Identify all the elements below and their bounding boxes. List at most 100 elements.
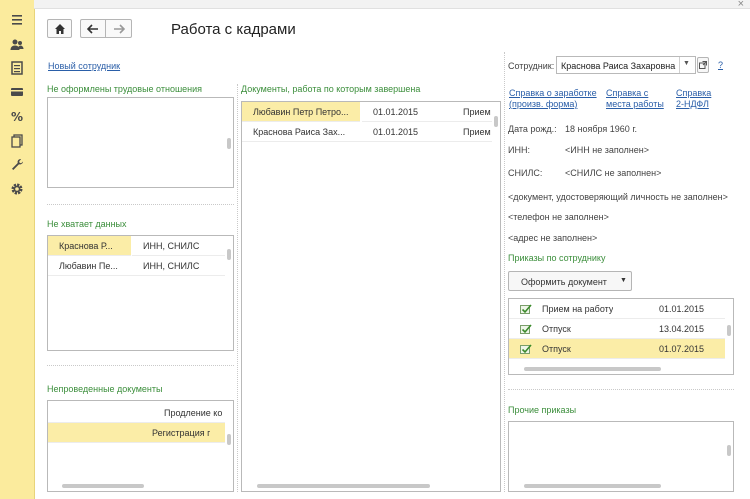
chevron-down-icon[interactable]: ▼: [683, 60, 690, 67]
users-icon[interactable]: [9, 37, 25, 53]
document-cell: Продление ко: [164, 408, 223, 418]
table-row[interactable]: Краснова Раиса Зах... 01.01.2015 Прием: [242, 122, 492, 142]
vertical-scrollbar[interactable]: [227, 138, 231, 149]
missing-data-list[interactable]: Краснова Р... ИНН, СНИЛС Любавин Пе... И…: [47, 235, 234, 351]
card-icon[interactable]: [9, 84, 25, 100]
horizontal-scrollbar[interactable]: [524, 484, 661, 488]
sidebar: %: [0, 0, 35, 499]
order-date-cell: 01.07.2015: [659, 344, 705, 354]
vertical-scrollbar[interactable]: [727, 445, 731, 456]
svg-text:%: %: [11, 110, 23, 124]
order-name-cell: Прием на работу: [542, 304, 614, 314]
new-employee-link[interactable]: Новый сотрудник: [48, 61, 120, 72]
open-employee-button[interactable]: [697, 57, 709, 73]
open-icon: [699, 61, 707, 69]
table-row[interactable]: Регистрация г: [48, 423, 225, 443]
order-name-cell: Отпуск: [542, 344, 571, 354]
table-row[interactable]: Отпуск 13.04.2015: [509, 319, 725, 339]
section-completed-docs: Документы, работа по которым завершена: [241, 84, 421, 94]
home-button[interactable]: [47, 19, 72, 38]
home-icon: [54, 23, 65, 34]
horizontal-scrollbar[interactable]: [524, 367, 661, 371]
inn-value: <ИНН не заполнен>: [565, 145, 649, 155]
table-row-details[interactable]: 01.01.2015 Прием: [362, 102, 492, 122]
address-value: <адрес не заполнен>: [508, 233, 598, 243]
employee-name-cell: Любавин Пе...: [59, 261, 118, 271]
table-row-issue[interactable]: ИНН, СНИЛС: [132, 236, 225, 256]
section-other-orders: Прочие приказы: [508, 405, 577, 415]
vertical-scrollbar[interactable]: [227, 434, 231, 445]
window-topbar: ×: [34, 0, 750, 10]
date-cell: 01.01.2015: [373, 107, 419, 117]
field-divider: [679, 57, 680, 73]
help-link[interactable]: ?: [718, 60, 723, 71]
back-button[interactable]: [80, 19, 105, 38]
table-row[interactable]: Продление ко: [48, 403, 225, 423]
vertical-scrollbar[interactable]: [727, 325, 731, 336]
employment-certificate-line2: места работы: [606, 99, 664, 109]
date-cell: 01.01.2015: [373, 127, 419, 137]
unposted-docs-list[interactable]: Продление ко Регистрация г: [47, 400, 234, 492]
salary-certificate-link[interactable]: Справка о заработке (произв. форма): [509, 88, 597, 110]
no-relations-list[interactable]: [47, 97, 234, 188]
birth-date-value: 18 ноября 1960 г.: [565, 124, 637, 134]
column-divider: [237, 84, 238, 492]
create-document-button[interactable]: Оформить документ ▼: [508, 271, 632, 291]
gear-icon[interactable]: [9, 181, 25, 197]
table-row[interactable]: Краснова Р...: [48, 236, 131, 256]
document-cell: Регистрация г: [152, 428, 211, 438]
divider: [47, 204, 234, 205]
arrow-left-icon: [87, 23, 98, 34]
section-missing-data: Не хватает данных: [47, 219, 127, 229]
phone-value: <телефон не заполнен>: [508, 212, 609, 222]
posted-document-icon: [520, 324, 532, 334]
divider: [508, 389, 734, 390]
table-row[interactable]: Прием на работу 01.01.2015: [509, 299, 725, 319]
section-no-relations: Не оформлены трудовые отношения: [47, 84, 203, 94]
vertical-scrollbar[interactable]: [494, 116, 498, 127]
wrench-icon[interactable]: [9, 157, 25, 173]
inn-label: ИНН:: [508, 145, 530, 155]
other-orders-list[interactable]: [508, 421, 734, 492]
vertical-scrollbar[interactable]: [227, 249, 231, 260]
close-icon[interactable]: ×: [738, 0, 744, 10]
order-date-cell: 01.01.2015: [659, 304, 705, 314]
chevron-down-icon: ▼: [620, 277, 627, 284]
section-unposted-docs: Непроведенные документы: [47, 384, 163, 394]
snils-label: СНИЛС:: [508, 168, 543, 178]
list-icon[interactable]: [9, 60, 25, 76]
employee-name-cell: Краснова Р...: [59, 241, 113, 251]
section-orders: Приказы по сотруднику: [508, 253, 606, 263]
completed-docs-list[interactable]: Любавин Петр Петро... 01.01.2015 Прием К…: [241, 101, 501, 492]
birth-date-label: Дата рожд.:: [508, 124, 557, 134]
ndfl-certificate-link[interactable]: Справка 2-НДФЛ: [676, 88, 711, 110]
order-date-cell: 13.04.2015: [659, 324, 705, 334]
ndfl-certificate-line1: Справка: [676, 88, 712, 98]
posted-document-icon: [520, 304, 532, 314]
documents-icon[interactable]: [9, 133, 25, 149]
table-row[interactable]: Отпуск 01.07.2015: [509, 339, 725, 359]
arrow-right-icon: [113, 23, 125, 34]
salary-certificate-line2: (произв. форма): [509, 99, 578, 109]
divider: [47, 365, 234, 366]
orders-list[interactable]: Прием на работу 01.01.2015 Отпуск 13.04.…: [508, 298, 734, 375]
employee-name-cell: Любавин Петр Петро...: [253, 107, 349, 117]
table-row[interactable]: Любавин Пе... ИНН, СНИЛС: [48, 256, 225, 276]
percent-icon[interactable]: %: [9, 108, 25, 124]
horizontal-scrollbar[interactable]: [257, 484, 430, 488]
employee-select[interactable]: Краснова Раиса Захаровна ▼: [556, 56, 696, 74]
issue-cell: ИНН, СНИЛС: [143, 261, 200, 271]
ndfl-certificate-line2: 2-НДФЛ: [676, 99, 709, 109]
employee-name-cell: Краснова Раиса Зах...: [253, 127, 346, 137]
page-title: Работа с кадрами: [171, 21, 296, 38]
column-divider: [504, 52, 505, 492]
order-name-cell: Отпуск: [542, 324, 571, 334]
doc-type-cell: Прием: [463, 107, 491, 117]
menu-icon[interactable]: [9, 12, 25, 28]
forward-button[interactable]: [105, 19, 132, 38]
salary-certificate-line1: Справка о заработке: [509, 88, 597, 98]
employment-certificate-link[interactable]: Справка с места работы: [606, 88, 664, 110]
horizontal-scrollbar[interactable]: [62, 484, 144, 488]
table-row[interactable]: Любавин Петр Петро...: [242, 102, 360, 122]
identity-document-value: <документ, удостоверяющий личность не за…: [508, 192, 728, 202]
